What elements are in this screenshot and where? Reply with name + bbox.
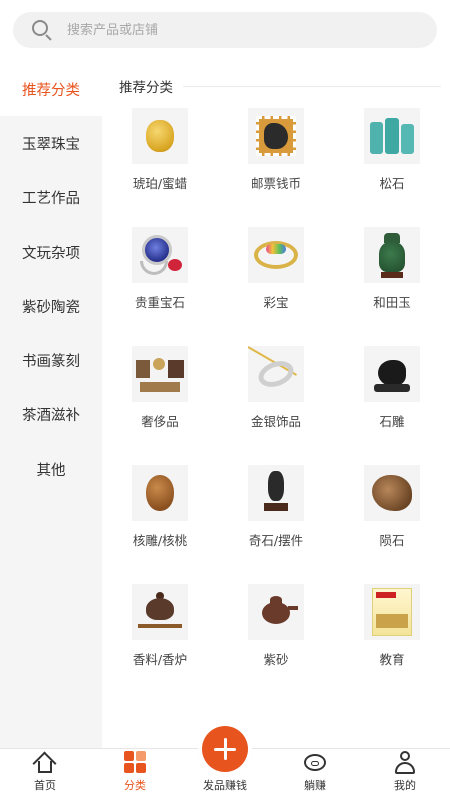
- category-label: 石雕: [379, 414, 405, 429]
- nav-label: 首页: [34, 779, 56, 792]
- nav-home[interactable]: 首页: [0, 749, 90, 800]
- home-icon: [32, 750, 57, 776]
- category-label: 紫砂: [263, 652, 289, 667]
- search-icon: [31, 19, 53, 41]
- nav-label: 躺赚: [304, 779, 326, 792]
- luxury-goods-image: [132, 346, 188, 402]
- category-turquoise[interactable]: 松石: [334, 108, 450, 227]
- category-label: 金银饰品: [250, 414, 301, 429]
- stone-carving-image: [364, 346, 420, 402]
- sidebar-item-label: 其他: [36, 462, 66, 479]
- category-label: 彩宝: [263, 295, 289, 310]
- category-grid: 琥珀/蜜蜡 邮票钱币 松石 贵重宝石 彩宝 和田玉 奢侈品 金银饰品 石雕 核雕…: [102, 108, 450, 703]
- category-colored-gems[interactable]: 彩宝: [218, 227, 334, 346]
- meteorite-image: [364, 465, 420, 521]
- education-book-image: [364, 584, 420, 640]
- section-header: 推荐分类: [119, 76, 441, 96]
- gemstone-ring-image: [132, 227, 188, 283]
- search-header: [0, 0, 450, 62]
- search-input[interactable]: [67, 22, 387, 38]
- colored-gem-bangle-image: [248, 227, 304, 283]
- category-walnut[interactable]: 核雕/核桃: [102, 465, 218, 584]
- nav-mine[interactable]: 我的: [360, 749, 450, 800]
- category-luxury[interactable]: 奢侈品: [102, 346, 218, 465]
- turquoise-image: [364, 108, 420, 164]
- category-incense[interactable]: 香料/香炉: [102, 584, 218, 703]
- category-label: 松石: [379, 176, 405, 191]
- silver-bangle-image: [248, 346, 304, 402]
- sidebar-item-crafts[interactable]: 工艺作品: [0, 171, 102, 225]
- category-stamps-coins[interactable]: 邮票钱币: [218, 108, 334, 227]
- category-label: 核雕/核桃: [132, 533, 188, 548]
- sidebar-item-label: 紫砂陶瓷: [22, 299, 80, 316]
- category-meteorite[interactable]: 陨石: [334, 465, 450, 584]
- nav-label: 分类: [124, 779, 146, 792]
- stamp-image: [248, 108, 304, 164]
- user-icon: [393, 750, 417, 774]
- search-bar[interactable]: [13, 12, 437, 48]
- sidebar-item-tea-wine[interactable]: 茶酒滋补: [0, 388, 102, 442]
- sidebar-item-label: 茶酒滋补: [22, 408, 80, 425]
- category-label: 奢侈品: [141, 414, 179, 429]
- category-label: 香料/香炉: [132, 652, 188, 667]
- category-stone-carving[interactable]: 石雕: [334, 346, 450, 465]
- category-content: 推荐分类 琥珀/蜜蜡 邮票钱币 松石 贵重宝石 彩宝 和田玉 奢侈品 金银饰品 …: [102, 62, 450, 748]
- jade-vase-image: [364, 227, 420, 283]
- walnut-image: [132, 465, 188, 521]
- sidebar-item-jade-jewelry[interactable]: 玉翠珠宝: [0, 116, 102, 170]
- category-gold-silver[interactable]: 金银饰品: [218, 346, 334, 465]
- sidebar-item-pottery[interactable]: 紫砂陶瓷: [0, 279, 102, 333]
- sidebar-item-other[interactable]: 其他: [0, 442, 102, 496]
- teapot-image: [248, 584, 304, 640]
- nav-category[interactable]: 分类: [90, 749, 180, 800]
- nav-label: 我的: [394, 779, 416, 792]
- category-label: 教育: [379, 652, 405, 667]
- sidebar-item-recommended[interactable]: 推荐分类: [0, 62, 102, 117]
- category-hetian-jade[interactable]: 和田玉: [334, 227, 450, 346]
- category-precious-gems[interactable]: 贵重宝石: [102, 227, 218, 346]
- category-label: 和田玉: [373, 295, 411, 310]
- category-label: 邮票钱币: [250, 176, 301, 191]
- category-label: 奇石/摆件: [248, 533, 304, 548]
- sidebar-item-calligraphy[interactable]: 书画篆刻: [0, 333, 102, 387]
- category-icon: [123, 750, 147, 774]
- category-rock-ornament[interactable]: 奇石/摆件: [218, 465, 334, 584]
- category-label: 琥珀/蜜蜡: [132, 176, 188, 191]
- piggy-bank-icon: [303, 750, 327, 774]
- incense-burner-image: [132, 584, 188, 640]
- section-title: 推荐分类: [119, 80, 173, 96]
- sidebar-item-label: 玉翠珠宝: [22, 136, 80, 153]
- sidebar-item-label: 书画篆刻: [22, 354, 80, 371]
- category-sidebar: 推荐分类 玉翠珠宝 工艺作品 文玩杂项 紫砂陶瓷 书画篆刻 茶酒滋补 其他: [0, 62, 102, 748]
- publish-button[interactable]: [202, 726, 248, 772]
- nav-earn[interactable]: 躺赚: [270, 749, 360, 800]
- sidebar-item-label: 文玩杂项: [22, 245, 80, 262]
- amber-image: [132, 108, 188, 164]
- sidebar-item-collectibles[interactable]: 文玩杂项: [0, 225, 102, 279]
- sidebar-item-label: 工艺作品: [22, 191, 80, 208]
- category-zisha[interactable]: 紫砂: [218, 584, 334, 703]
- category-amber[interactable]: 琥珀/蜜蜡: [102, 108, 218, 227]
- section-divider: [183, 85, 441, 87]
- category-education[interactable]: 教育: [334, 584, 450, 703]
- category-label: 陨石: [379, 533, 405, 548]
- publish-label: 发品赚钱: [203, 779, 247, 792]
- category-label: 贵重宝石: [134, 295, 185, 310]
- rock-ornament-image: [248, 465, 304, 521]
- sidebar-item-label: 推荐分类: [22, 82, 80, 99]
